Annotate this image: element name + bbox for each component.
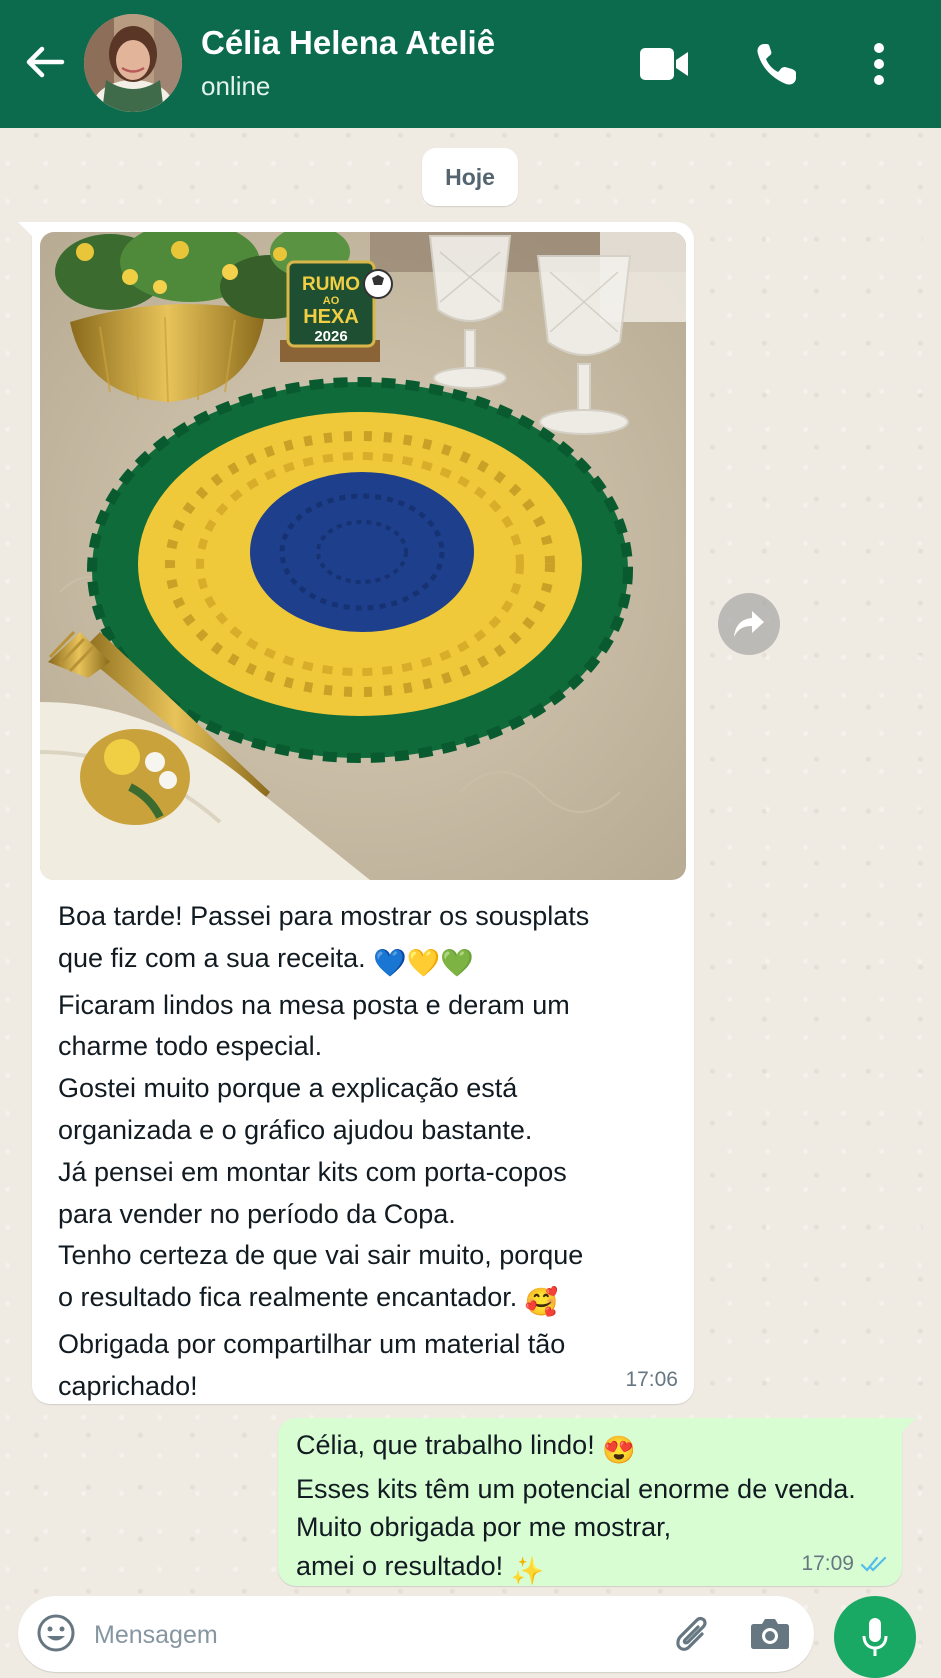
message-timestamp: 17:06 bbox=[625, 1368, 678, 1391]
message-timestamp: 17:09 bbox=[801, 1552, 854, 1575]
camera-icon[interactable] bbox=[748, 1612, 792, 1654]
message-line-text: que fiz com a sua receita. bbox=[58, 942, 366, 973]
chat-header: Célia Helena Ateliê online bbox=[0, 0, 941, 128]
forward-arrow-icon bbox=[734, 611, 764, 637]
message-photo[interactable]: RUMO AO HEXA 2026 bbox=[40, 232, 686, 880]
message-line: Tenho certeza de que vai sair muito, por… bbox=[58, 1240, 584, 1271]
sparkles-emoji: ✨ bbox=[510, 1555, 545, 1586]
message-line: Ficaram lindos na mesa posta e deram um bbox=[58, 989, 570, 1020]
sign-text-hexa: HEXA bbox=[303, 306, 359, 328]
message-line-with-emoji: amei o resultado! ✨ bbox=[296, 1547, 886, 1591]
more-options-icon[interactable] bbox=[864, 40, 894, 88]
microphone-icon bbox=[862, 1618, 888, 1656]
phone-call-icon[interactable] bbox=[752, 40, 802, 88]
contact-avatar[interactable] bbox=[84, 14, 182, 112]
microphone-button[interactable] bbox=[834, 1596, 916, 1678]
message-line-with-emoji: que fiz com a sua receita. 💙💛💚 bbox=[58, 938, 668, 985]
message-line-text: Célia, que trabalho lindo! bbox=[296, 1430, 595, 1460]
message-line: Boa tarde! Passei para mostrar os souspl… bbox=[58, 901, 590, 931]
emoji-icon[interactable] bbox=[36, 1613, 76, 1653]
message-line: Já pensei em montar kits com porta-copos bbox=[58, 1156, 567, 1187]
contact-status: online bbox=[201, 71, 271, 101]
read-double-check-icon bbox=[860, 1556, 887, 1572]
date-chip: Hoje bbox=[422, 148, 518, 206]
message-line: para vender no período da Copa. bbox=[58, 1198, 456, 1229]
message-meta: 17:09 bbox=[801, 1552, 888, 1576]
sign-text-rumo: RUMO bbox=[302, 274, 360, 295]
forward-button[interactable] bbox=[718, 593, 780, 655]
contact-name[interactable]: Célia Helena Ateliê bbox=[201, 24, 495, 62]
message-line-with-emoji: Célia, que trabalho lindo! 😍 bbox=[296, 1426, 886, 1470]
sign-text-year: 2026 bbox=[314, 328, 347, 345]
smiling-hearts-emoji: 🥰 bbox=[524, 1287, 559, 1318]
message-line: Esses kits têm um potencial enorme de ve… bbox=[296, 1473, 856, 1504]
message-line-text: o resultado fica realmente encantador. bbox=[58, 1282, 518, 1313]
rumo-ao-hexa-sign: RUMO AO HEXA 2026 bbox=[280, 260, 393, 362]
hearts-emoji: 💙💛💚 bbox=[373, 947, 475, 978]
bubble-tail bbox=[902, 1418, 916, 1432]
message-line-with-emoji: o resultado fica realmente encantador. 🥰 bbox=[58, 1277, 668, 1324]
video-call-icon[interactable] bbox=[636, 40, 692, 88]
message-line: charme todo especial. bbox=[58, 1031, 323, 1062]
incoming-message-bubble[interactable]: RUMO AO HEXA 2026 Boa tarde! Passei para… bbox=[18, 222, 694, 1404]
incoming-message-text: Boa tarde! Passei para mostrar os souspl… bbox=[58, 896, 668, 1408]
message-line: Gostei muito porque a explicação está bbox=[58, 1073, 518, 1104]
paperclip-icon[interactable] bbox=[672, 1612, 712, 1654]
outgoing-message-text: Célia, que trabalho lindo! 😍 Esses kits … bbox=[296, 1426, 886, 1590]
heart-eyes-emoji: 😍 bbox=[602, 1435, 636, 1465]
message-line-text: amei o resultado! bbox=[296, 1550, 504, 1581]
message-line: Muito obrigada por me mostrar, bbox=[296, 1512, 672, 1542]
back-arrow-icon[interactable] bbox=[22, 40, 66, 84]
message-input[interactable] bbox=[92, 1610, 656, 1660]
message-line: organizada e o gráfico ajudou bastante. bbox=[58, 1114, 533, 1145]
bubble-tail bbox=[18, 222, 32, 236]
outgoing-message-bubble[interactable]: Célia, que trabalho lindo! 😍 Esses kits … bbox=[278, 1418, 916, 1586]
message-line: caprichado! bbox=[58, 1370, 198, 1401]
message-composer bbox=[18, 1596, 814, 1672]
message-line: Obrigada por compartilhar um material tã… bbox=[58, 1328, 566, 1359]
